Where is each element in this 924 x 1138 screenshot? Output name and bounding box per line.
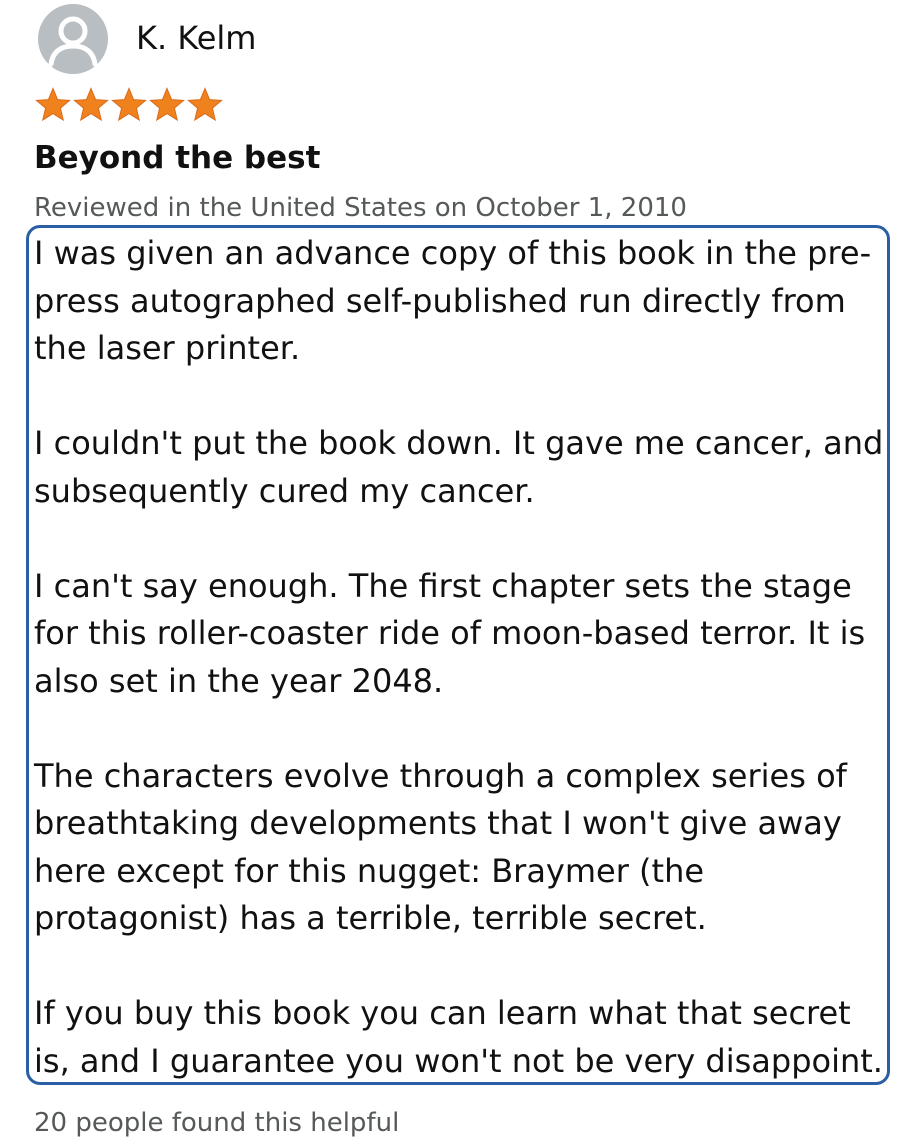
review-title[interactable]: Beyond the best [34,140,320,176]
review-paragraph: The characters evolve through a complex … [34,756,847,938]
default-user-avatar-icon [48,16,98,67]
review-paragraph: I can't say enough. The first chapter se… [34,566,866,700]
review-paragraph: If you buy this book you can learn what … [34,994,883,1080]
reviewer-avatar[interactable] [38,4,108,74]
helpful-count: 20 people found this helpful [34,1108,400,1138]
star-icon [111,87,147,122]
review-paragraph: I couldn't put the book down. It gave me… [34,424,884,510]
reviewer-name[interactable]: K. Kelm [136,19,256,57]
review-paragraph: I was given an advance copy of this book… [34,234,872,367]
star-icon [35,87,71,122]
reviewer-header: K. Kelm [38,4,256,74]
review-body: I was given an advance copy of this book… [34,230,892,1085]
star-rating[interactable] [34,86,224,124]
star-icon [149,87,185,122]
review-date: Reviewed in the United States on October… [34,193,687,223]
star-icon [187,87,223,122]
star-icon [73,87,109,122]
